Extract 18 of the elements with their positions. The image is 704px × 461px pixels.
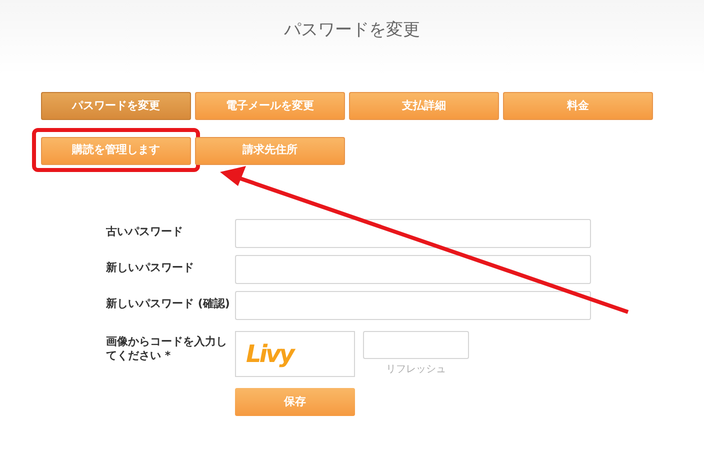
tab[interactable]: 購読を管理します: [41, 136, 191, 164]
input-field[interactable]: [235, 254, 591, 284]
tab[interactable]: パスワードを変更: [41, 92, 191, 120]
tab[interactable]: 電子メールを変更: [195, 92, 345, 120]
tab[interactable]: 支払詳細: [349, 92, 499, 120]
input-field[interactable]: [235, 218, 591, 248]
tab[interactable]: 請求先住所: [195, 136, 345, 164]
refresh-link[interactable]: リフレッシュ: [386, 362, 446, 376]
captcha-input[interactable]: [363, 330, 469, 358]
captcha-image: Livy: [235, 330, 355, 376]
field-label: 画像からコードを入力してください *: [106, 334, 228, 362]
input-field[interactable]: [235, 290, 591, 320]
save-button[interactable]: 保存: [235, 388, 355, 416]
tab[interactable]: 料金: [503, 92, 653, 120]
field-label: 古いパスワード: [106, 224, 184, 238]
field-label: 新しいパスワード (確認): [106, 296, 231, 310]
page-title: パスワードを変更: [284, 19, 420, 42]
field-label: 新しいパスワード: [106, 260, 195, 274]
